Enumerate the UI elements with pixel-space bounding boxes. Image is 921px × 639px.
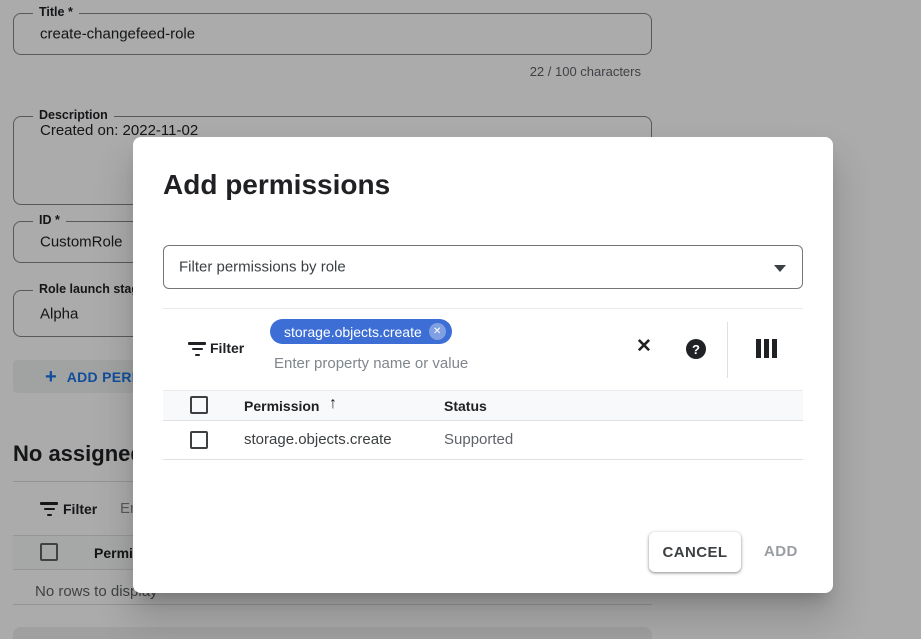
row-checkbox[interactable] (190, 431, 208, 449)
filter-chip-label: storage.objects.create (284, 324, 422, 340)
filter-icon (188, 342, 206, 356)
clear-filter-button[interactable]: ✕ (636, 337, 652, 356)
add-button[interactable]: ADD (764, 543, 798, 560)
chip-remove-icon[interactable]: ✕ (429, 323, 446, 340)
role-filter-dropdown[interactable]: Filter permissions by role (163, 245, 803, 289)
status-column-header[interactable]: Status (444, 398, 487, 414)
dialog-table-header: Permission ↑ Status (163, 390, 803, 421)
table-row[interactable]: storage.objects.create Supported (163, 422, 803, 460)
column-display-options-icon[interactable] (756, 339, 777, 358)
add-permissions-dialog: Add permissions Filter permissions by ro… (133, 137, 833, 593)
divider (727, 322, 728, 378)
close-icon: ✕ (636, 336, 652, 357)
row-permission-cell: storage.objects.create (244, 431, 392, 448)
dialog-filter-input[interactable]: Enter property name or value (274, 355, 468, 372)
cancel-button[interactable]: CANCEL (649, 532, 741, 572)
permission-column-header[interactable]: Permission (244, 398, 319, 414)
filter-chip[interactable]: storage.objects.create ✕ (270, 319, 452, 344)
chevron-down-icon (774, 265, 786, 272)
help-icon: ? (686, 339, 706, 359)
row-status-cell: Supported (444, 431, 513, 448)
sort-ascending-icon[interactable]: ↑ (329, 395, 337, 413)
dialog-title: Add permissions (163, 169, 390, 201)
role-filter-dropdown-value: Filter permissions by role (179, 259, 346, 276)
select-all-checkbox[interactable] (190, 396, 208, 414)
dialog-filter-label: Filter (210, 340, 244, 356)
divider (163, 308, 803, 309)
filter-help-button[interactable]: ? (686, 339, 706, 359)
